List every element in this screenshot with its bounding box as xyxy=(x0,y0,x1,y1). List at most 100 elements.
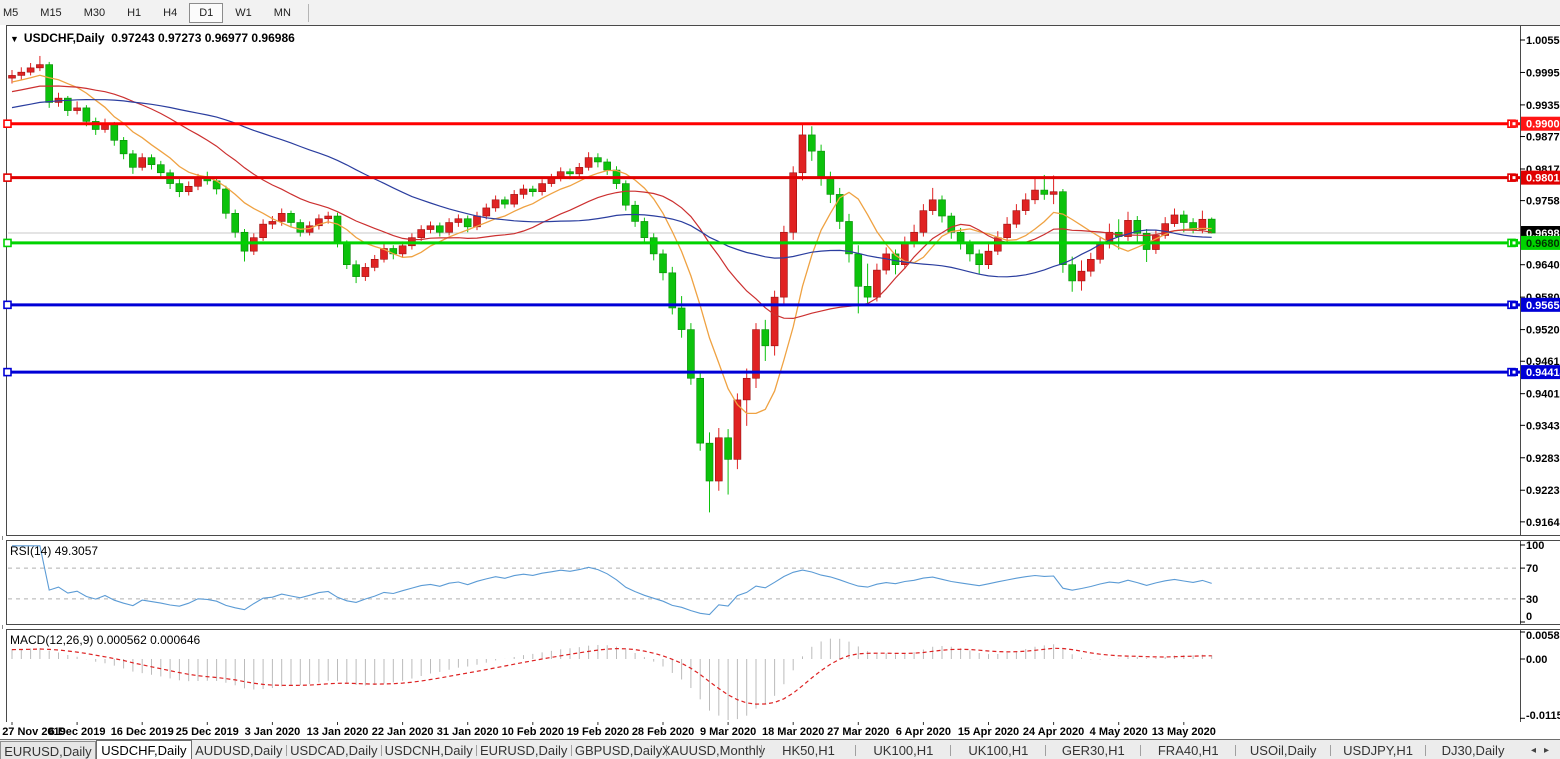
candle-body xyxy=(297,223,304,233)
pane-background xyxy=(0,629,1560,723)
time-tick-label: 10 Feb 2020 xyxy=(502,726,564,738)
tab-usdcad-daily[interactable]: USDCAD,Daily xyxy=(287,740,381,759)
candle-body xyxy=(734,400,741,459)
toolbar-separator xyxy=(308,4,309,22)
badge-handle-dot xyxy=(1513,241,1516,244)
badge-handle-dot xyxy=(1513,176,1516,179)
badge-handle-dot xyxy=(1513,122,1516,125)
time-tick-label: 15 Apr 2020 xyxy=(958,726,1019,738)
candle-body xyxy=(399,246,406,254)
time-axis[interactable]: 27 Nov 20196 Dec 201916 Dec 201925 Dec 2… xyxy=(0,722,1560,739)
tab-hk50-h1[interactable]: HK50,H1 xyxy=(762,740,856,759)
candle-body xyxy=(846,221,853,253)
candle-body xyxy=(985,251,992,265)
macd-name: MACD(12,26,9) xyxy=(10,633,93,647)
line-handle[interactable] xyxy=(4,239,11,246)
macd-indicator-label: MACD(12,26,9) 0.000562 0.000646 xyxy=(10,633,200,647)
time-tick-label: 24 Apr 2020 xyxy=(1023,726,1084,738)
candle-body xyxy=(260,224,267,238)
tab-usdjpy-h1[interactable]: USDJPY,H1 xyxy=(1331,740,1425,759)
tab-usdchf-daily[interactable]: USDCHF,Daily xyxy=(96,740,192,759)
price-tick-label: 0.92230 xyxy=(1526,485,1560,497)
candle-body xyxy=(576,167,583,173)
rsi-pane[interactable]: 10070300 xyxy=(0,540,1560,625)
candle-body xyxy=(706,443,713,481)
candle-body xyxy=(520,189,527,194)
candle-body xyxy=(455,219,462,223)
tab-audusd-daily[interactable]: AUDUSD,Daily xyxy=(192,740,286,759)
candle-body xyxy=(36,65,43,68)
candle-body xyxy=(1013,211,1020,225)
price-tick-label: 0.95200 xyxy=(1526,325,1560,337)
candle-body xyxy=(483,208,490,216)
timeframe-button-d1[interactable]: D1 xyxy=(189,3,223,23)
price-tick-label: 0.99355 xyxy=(1526,100,1560,112)
timeframe-button-m15[interactable]: M15 xyxy=(30,3,71,23)
tab-uk100-h1[interactable]: UK100,H1 xyxy=(951,740,1045,759)
pane-background xyxy=(0,25,1560,536)
line-handle[interactable] xyxy=(4,369,11,376)
timeframe-button-mn[interactable]: MN xyxy=(264,3,301,23)
timeframe-button-m5[interactable]: M5 xyxy=(0,3,28,23)
line-handle[interactable] xyxy=(4,301,11,308)
tab-fra40-h1[interactable]: FRA40,H1 xyxy=(1141,740,1235,759)
candle-body xyxy=(1180,215,1187,223)
time-tick-label: 3 Jan 2020 xyxy=(245,726,301,738)
price-badge-text: 0.96803 xyxy=(1526,238,1560,250)
timeframe-button-h1[interactable]: H1 xyxy=(117,3,151,23)
line-handle[interactable] xyxy=(4,120,11,127)
tab-eurusd-daily[interactable]: EURUSD,Daily xyxy=(477,740,571,759)
time-tick-label: 16 Dec 2019 xyxy=(111,726,174,738)
time-tick-label: 6 Dec 2019 xyxy=(49,726,106,738)
candle-body xyxy=(715,438,722,481)
tab-ger30-h1[interactable]: GER30,H1 xyxy=(1046,740,1140,759)
scroll-tabs-left-icon[interactable]: ◂ xyxy=(1531,745,1536,756)
candle-body xyxy=(464,219,471,227)
time-tick-label: 13 Jan 2020 xyxy=(307,726,369,738)
timeframe-button-h4[interactable]: H4 xyxy=(153,3,187,23)
candle-body xyxy=(139,158,146,168)
price-badge-text: 0.99007 xyxy=(1526,119,1560,131)
time-tick-label: 31 Jan 2020 xyxy=(437,726,499,738)
chart-window[interactable]: 1.005550.999550.993550.987700.981700.975… xyxy=(0,25,1560,739)
macd-value-main: 0.000562 xyxy=(97,633,147,647)
candle-body xyxy=(873,270,880,297)
price-tick-label: 0.94015 xyxy=(1526,389,1560,401)
pane-background xyxy=(0,540,1560,625)
candle-body xyxy=(864,286,871,297)
main-chart-pane[interactable]: 1.005550.999550.993550.987700.981700.975… xyxy=(0,25,1560,536)
rsi-value: 49.3057 xyxy=(55,544,98,558)
candle-body xyxy=(446,223,453,233)
time-tick-label: 6 Apr 2020 xyxy=(896,726,951,738)
macd-pane[interactable]: 0.0058180.00-0.01151 xyxy=(0,629,1560,723)
price-tick-label: 0.99955 xyxy=(1526,67,1560,79)
tab-gbpusd-daily[interactable]: GBPUSD,Daily xyxy=(572,740,666,759)
candle-body xyxy=(1004,224,1011,238)
timeframe-button-m30[interactable]: M30 xyxy=(74,3,115,23)
tab-usoil-daily[interactable]: USOil,Daily xyxy=(1236,740,1330,759)
candle-body xyxy=(362,267,369,276)
candle-body xyxy=(1171,215,1178,224)
tab-uk100-h1[interactable]: UK100,H1 xyxy=(856,740,950,759)
scroll-tabs-right-icon[interactable]: ▸ xyxy=(1544,745,1549,756)
tab-dj30-daily[interactable]: DJ30,Daily xyxy=(1426,740,1520,759)
price-tick-label: 0.96400 xyxy=(1526,260,1560,272)
chevron-down-icon[interactable]: ▼ xyxy=(10,34,19,44)
timeframe-button-w1[interactable]: W1 xyxy=(225,3,262,23)
candle-body xyxy=(678,308,685,330)
line-handle[interactable] xyxy=(4,174,11,181)
candle-body xyxy=(1050,192,1057,195)
candle-body xyxy=(111,124,118,140)
candle-body xyxy=(1208,219,1215,233)
candle-body xyxy=(176,184,183,192)
candle-body xyxy=(818,151,825,178)
candle-body xyxy=(129,154,136,168)
tab-usdcnh-daily[interactable]: USDCNH,Daily xyxy=(382,740,476,759)
tab-scroll-controls: ◂▸ xyxy=(1520,740,1560,759)
tab-xauusd-monthly[interactable]: XAUUSD,Monthly xyxy=(667,740,761,759)
candle-body xyxy=(334,216,341,243)
price-tick-label: 0.92830 xyxy=(1526,453,1560,465)
candle-body xyxy=(827,178,834,194)
candle-body xyxy=(18,72,25,75)
tab-eurusd-daily[interactable]: EURUSD,Daily xyxy=(0,741,96,759)
